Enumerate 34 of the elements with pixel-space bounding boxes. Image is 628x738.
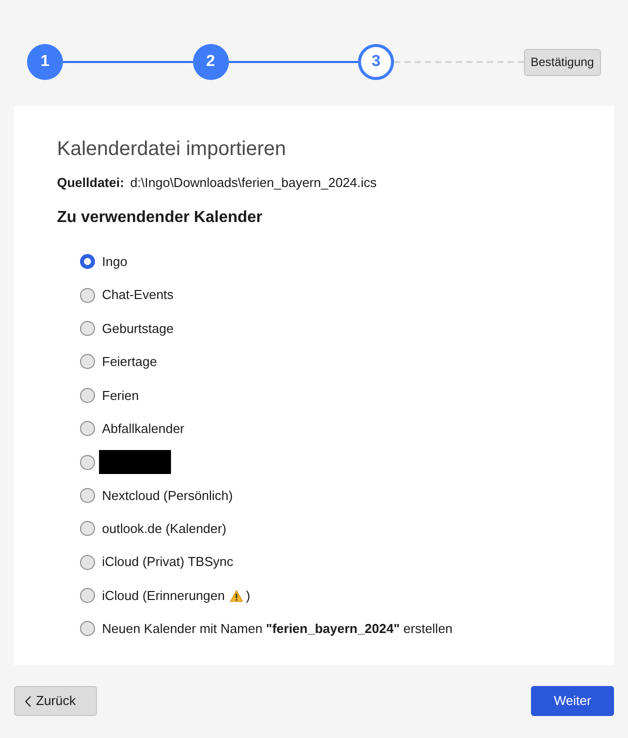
- option-label[interactable]: Geburtstage: [102, 318, 174, 338]
- section-heading: Zu verwendender Kalender: [57, 208, 262, 228]
- option-label[interactable]: Chat-Events: [102, 285, 174, 305]
- chevron-left-icon: [25, 696, 31, 706]
- warning-icon: [230, 590, 243, 602]
- radio-button[interactable]: [80, 521, 95, 536]
- next-button[interactable]: Weiter: [531, 686, 614, 716]
- dialog-title: Kalenderdatei importieren: [57, 137, 286, 162]
- option-label[interactable]: ): [246, 586, 250, 606]
- radio-button[interactable]: [80, 320, 95, 336]
- option-label[interactable]: Neuen Kalender mit Namen "ferien_bayern_2024" erstellen: [102, 619, 453, 639]
- radio-button[interactable]: [80, 488, 95, 503]
- redacted-block: [99, 450, 171, 474]
- source-label: Quelldatei:: [57, 174, 124, 192]
- radio-button[interactable]: [80, 588, 95, 604]
- option-label[interactable]: Feiertage: [102, 352, 157, 372]
- radio-button[interactable]: [80, 621, 95, 636]
- step-label: Bestätigung: [524, 48, 601, 76]
- radio-button[interactable]: [80, 554, 95, 570]
- option-label[interactable]: iCloud (Privat) TBSync: [102, 552, 234, 572]
- radio-button[interactable]: [80, 454, 95, 470]
- radio-button[interactable]: [80, 388, 95, 403]
- radio-button[interactable]: [80, 421, 95, 436]
- source-path: d:\Ingo\Downloads\ferien_bayern_2024.ics: [130, 174, 377, 192]
- option-label[interactable]: Ingo: [102, 252, 128, 272]
- radio-button[interactable]: [80, 354, 95, 370]
- radio-button[interactable]: [80, 254, 95, 270]
- option-label[interactable]: iCloud (Erinnerungen: [102, 586, 225, 606]
- option-label[interactable]: Ferien: [102, 386, 139, 405]
- option-label[interactable]: Abfallkalender: [102, 418, 184, 438]
- option-label[interactable]: Nextcloud (Persönlich): [102, 486, 233, 506]
- radio-button[interactable]: [80, 288, 95, 303]
- option-label[interactable]: outlook.de (Kalender): [102, 519, 226, 539]
- back-button[interactable]: Zurück: [14, 686, 97, 716]
